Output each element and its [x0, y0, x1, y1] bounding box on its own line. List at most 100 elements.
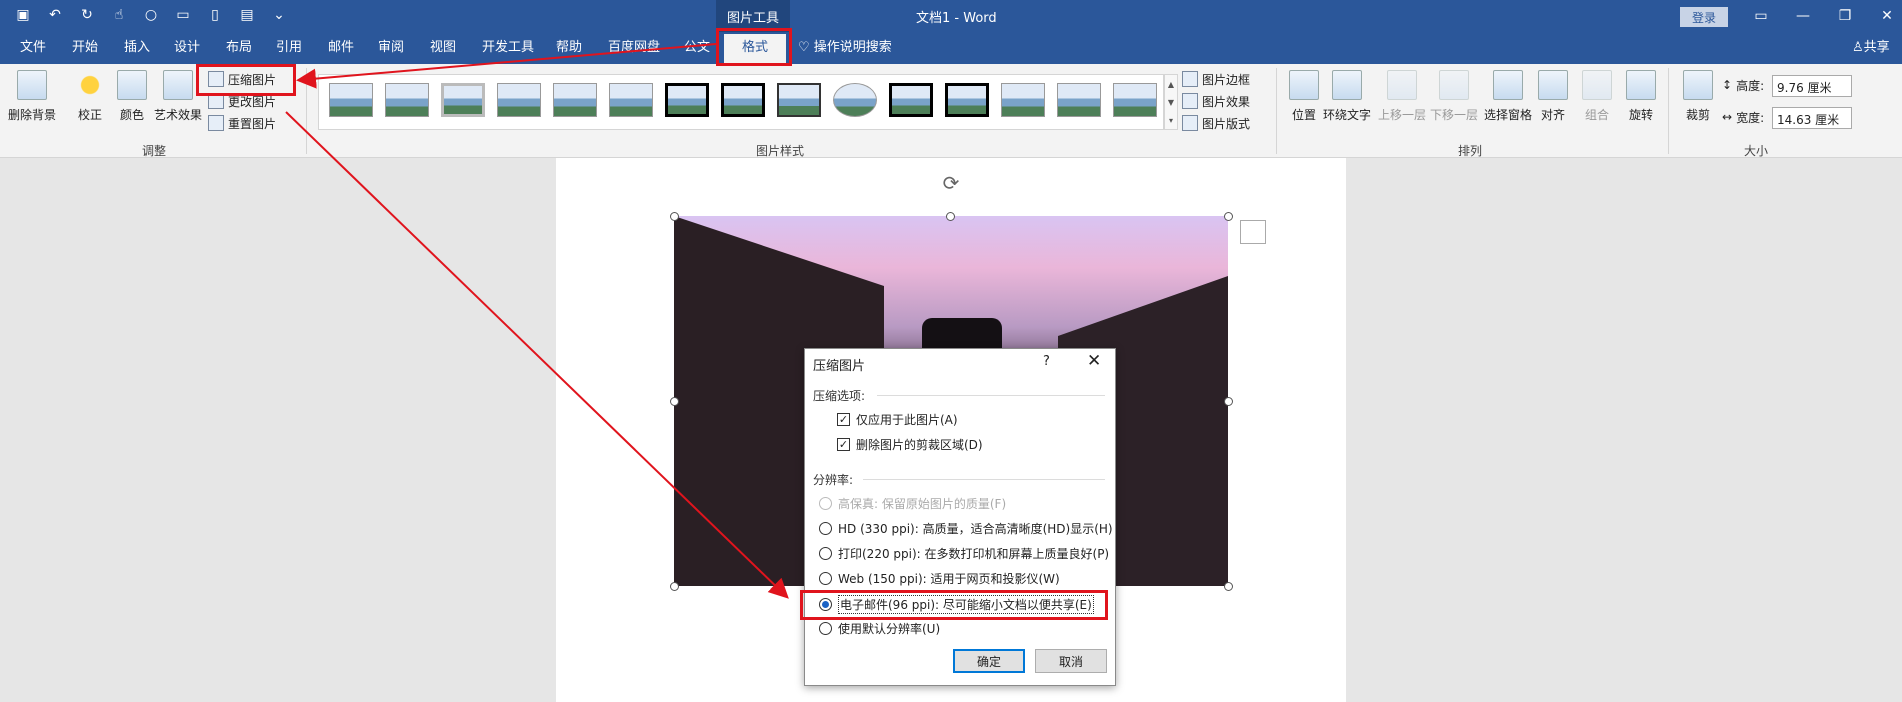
radio-icon: [819, 547, 832, 560]
delete-crop-checkbox[interactable]: ✓ 删除图片的剪裁区域(D): [837, 436, 983, 453]
chevron-down-icon[interactable]: ▼: [1168, 98, 1174, 107]
tab-references[interactable]: 引用: [272, 32, 306, 64]
gallery-more-icon[interactable]: ▾: [1169, 116, 1173, 125]
crop-label: 裁剪: [1685, 108, 1710, 122]
rotate-handle-icon[interactable]: ⟳: [940, 172, 962, 194]
wrap-text-button[interactable]: 环绕文字: [1322, 70, 1372, 123]
height-input[interactable]: 9.76 厘米: [1772, 75, 1852, 97]
art-effect-label: 艺术效果: [153, 108, 202, 122]
tab-developer[interactable]: 开发工具: [478, 32, 538, 64]
picture-border-button[interactable]: 图片边框: [1182, 68, 1250, 90]
group-button[interactable]: 组合: [1574, 70, 1620, 123]
open-folder-icon[interactable]: ▭: [174, 6, 192, 24]
redo-icon[interactable]: ↻: [78, 6, 96, 24]
resolution-web-radio[interactable]: Web (150 ppi): 适用于网页和投影仪(W): [819, 570, 1060, 587]
ribbon-display-icon[interactable]: ▭: [1740, 2, 1782, 30]
restore-icon[interactable]: ❐: [1824, 2, 1866, 30]
customize-icon[interactable]: ⌄: [270, 6, 288, 24]
resize-handle[interactable]: [1224, 582, 1233, 591]
resolution-web-label: Web (150 ppi): 适用于网页和投影仪(W): [838, 572, 1060, 586]
tab-design[interactable]: 设计: [170, 32, 204, 64]
tab-home[interactable]: 开始: [68, 32, 102, 64]
picture-layout-button[interactable]: 图片版式: [1182, 112, 1250, 134]
send-backward-button[interactable]: 下移一层: [1428, 70, 1480, 123]
style-thumb[interactable]: [441, 83, 485, 117]
width-input[interactable]: 14.63 厘米: [1772, 107, 1852, 129]
minimize-icon[interactable]: —: [1782, 2, 1824, 30]
login-button[interactable]: 登录: [1680, 7, 1728, 27]
tell-me-search[interactable]: ♡ 操作说明搜索: [798, 32, 892, 64]
cancel-button[interactable]: 取消: [1035, 649, 1107, 673]
tab-mailings[interactable]: 邮件: [324, 32, 358, 64]
arrange-group-label: 排列: [1458, 144, 1483, 158]
resolution-print-radio[interactable]: 打印(220 ppi): 在多数打印机和屏幕上质量良好(P): [819, 545, 1109, 562]
save-icon[interactable]: ▣: [14, 6, 32, 24]
tab-layout[interactable]: 布局: [222, 32, 256, 64]
resize-handle[interactable]: [670, 397, 679, 406]
save-as-icon[interactable]: ▤: [238, 6, 256, 24]
close-icon[interactable]: ✕: [1866, 2, 1902, 30]
close-icon[interactable]: ✕: [1087, 351, 1101, 371]
touch-mode-icon[interactable]: ☝: [110, 6, 128, 24]
resize-handle[interactable]: [1224, 212, 1233, 221]
undo-icon[interactable]: ↶: [46, 6, 64, 24]
rotate-button[interactable]: 旋转: [1618, 70, 1664, 123]
resize-handle[interactable]: [670, 212, 679, 221]
tab-official-doc[interactable]: 公文: [680, 32, 714, 64]
new-doc-icon[interactable]: ▯: [206, 6, 224, 24]
gallery-scroll[interactable]: ▲ ▼ ▾: [1164, 74, 1178, 130]
resolution-hifi-radio[interactable]: 高保真: 保留原始图片的质量(F): [819, 495, 1006, 512]
title-bar: ▣ ↶ ↻ ☝ ○ ▭ ▯ ▤ ⌄ 图片工具 文档1 - Word 登录 ▭ —…: [0, 0, 1902, 32]
tab-insert[interactable]: 插入: [120, 32, 154, 64]
style-thumb[interactable]: [1057, 83, 1101, 117]
resolution-hd-radio[interactable]: HD (330 ppi): 高质量，适合高清晰度(HD)显示(H): [819, 520, 1113, 537]
resize-handle[interactable]: [670, 582, 679, 591]
align-icon: [1538, 70, 1568, 100]
apply-only-checkbox[interactable]: ✓ 仅应用于此图片(A): [837, 411, 958, 428]
style-thumb[interactable]: [553, 83, 597, 117]
tab-help[interactable]: 帮助: [552, 32, 586, 64]
chevron-up-icon[interactable]: ▲: [1168, 80, 1174, 89]
picture-effect-button[interactable]: 图片效果: [1182, 90, 1250, 112]
bring-forward-icon: [1387, 70, 1417, 100]
bring-forward-button[interactable]: 上移一层: [1376, 70, 1428, 123]
ok-button[interactable]: 确定: [953, 649, 1025, 673]
reset-picture-button[interactable]: 重置图片: [208, 112, 276, 134]
picture-border-label: 图片边框: [1202, 72, 1251, 87]
position-icon: [1289, 70, 1319, 100]
circle-icon[interactable]: ○: [142, 6, 160, 24]
styles-group-label: 图片样式: [756, 144, 805, 158]
tab-file[interactable]: 文件: [16, 32, 50, 64]
style-thumb[interactable]: [721, 83, 765, 117]
align-button[interactable]: 对齐: [1530, 70, 1576, 123]
style-thumb[interactable]: [777, 83, 821, 117]
tab-review[interactable]: 审阅: [374, 32, 408, 64]
checkbox-checked-icon: ✓: [837, 438, 850, 451]
style-thumb[interactable]: [609, 83, 653, 117]
help-icon[interactable]: ?: [1043, 354, 1050, 369]
resize-handle[interactable]: [946, 212, 955, 221]
style-thumb[interactable]: [1113, 83, 1157, 117]
style-thumb[interactable]: [665, 83, 709, 117]
layout-options-icon[interactable]: [1240, 220, 1266, 244]
style-thumb[interactable]: [1001, 83, 1045, 117]
resize-handle[interactable]: [1224, 397, 1233, 406]
radio-icon: [819, 572, 832, 585]
selection-pane-button[interactable]: 选择窗格: [1482, 70, 1534, 123]
tab-view[interactable]: 视图: [426, 32, 460, 64]
style-thumb[interactable]: [385, 83, 429, 117]
style-thumb[interactable]: [497, 83, 541, 117]
remove-background-button[interactable]: 删除背景: [6, 70, 58, 123]
style-thumb[interactable]: [329, 83, 373, 117]
tab-baidu-netdisk[interactable]: 百度网盘: [604, 32, 664, 64]
ribbon-tabs: 文件 开始 插入 设计 布局 引用 邮件 审阅 视图 开发工具 帮助 百度网盘 …: [0, 32, 1902, 64]
color-button[interactable]: 颜色: [106, 70, 158, 123]
style-thumb[interactable]: [889, 83, 933, 117]
remove-background-label: 删除背景: [7, 108, 56, 122]
crop-button[interactable]: 裁剪: [1672, 70, 1724, 123]
style-thumb[interactable]: [833, 83, 877, 117]
compress-pictures-dialog: 压缩图片 ? ✕ 压缩选项: ✓ 仅应用于此图片(A) ✓ 删除图片的剪裁区域(…: [804, 348, 1116, 686]
resolution-default-radio[interactable]: 使用默认分辨率(U): [819, 620, 940, 637]
share-button[interactable]: ♙共享: [1852, 32, 1890, 64]
style-thumb[interactable]: [945, 83, 989, 117]
